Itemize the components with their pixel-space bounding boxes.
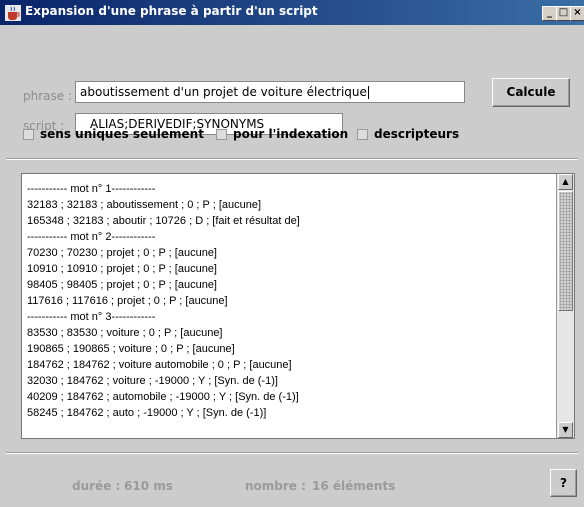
list-item[interactable]: ----------- mot n° 1------------	[27, 181, 557, 197]
checkbox-box[interactable]	[23, 129, 34, 140]
checkbox-indexation[interactable]: pour l'indexation	[216, 127, 348, 141]
window-title: Expansion d'une phrase à partir d'un scr…	[25, 4, 318, 18]
list-item[interactable]: 58245 ; 184762 ; auto ; -19000 ; Y ; [Sy…	[27, 405, 557, 421]
duree-value: 610 ms	[124, 479, 173, 493]
list-item[interactable]: 10910 ; 10910 ; projet ; 0 ; P ; [aucune…	[27, 261, 557, 277]
list-item[interactable]: ----------- mot n° 2------------	[27, 229, 557, 245]
checkbox-sens-uniques-label: sens uniques seulement	[40, 127, 204, 141]
scroll-up-arrow-icon[interactable]: ▲	[558, 174, 573, 190]
results-list[interactable]: ----------- mot n° 1------------ 32183 ; …	[21, 173, 575, 439]
checkbox-descripteurs[interactable]: descripteurs	[357, 127, 459, 141]
divider	[6, 452, 578, 454]
list-item[interactable]: 32030 ; 184762 ; voiture ; -19000 ; Y ; …	[27, 373, 557, 389]
help-button[interactable]: ?	[550, 469, 577, 497]
text-caret	[367, 86, 369, 99]
list-item[interactable]: 98405 ; 98405 ; projet ; 0 ; P ; [aucune…	[27, 277, 557, 293]
maximize-button[interactable]: □	[556, 6, 571, 21]
vertical-scrollbar[interactable]: ▲ ▼	[556, 174, 574, 438]
list-item[interactable]: 117616 ; 117616 ; projet ; 0 ; P ; [aucu…	[27, 293, 557, 309]
list-item[interactable]: 165348 ; 32183 ; aboutir ; 10726 ; D ; […	[27, 213, 557, 229]
nombre-label: nombre :	[245, 479, 306, 493]
checkbox-box[interactable]	[357, 129, 368, 140]
scroll-down-arrow-icon[interactable]: ▼	[558, 422, 573, 438]
list-item[interactable]: 70230 ; 70230 ; projet ; 0 ; P ; [aucune…	[27, 245, 557, 261]
list-item[interactable]: 40209 ; 184762 ; automobile ; -19000 ; Y…	[27, 389, 557, 405]
list-item[interactable]: 190865 ; 190865 ; voiture ; 0 ; P ; [auc…	[27, 341, 557, 357]
scroll-thumb[interactable]	[558, 191, 573, 311]
duree-label: durée :	[72, 479, 121, 493]
phrase-label: phrase :	[23, 89, 73, 103]
list-item[interactable]: ----------- mot n° 3------------	[27, 309, 557, 325]
minimize-button[interactable]: _	[542, 6, 557, 21]
checkbox-sens-uniques[interactable]: sens uniques seulement	[23, 127, 204, 141]
calcule-button[interactable]: Calcule	[492, 78, 570, 107]
close-button[interactable]: ×	[570, 6, 584, 21]
list-item[interactable]: 32183 ; 32183 ; aboutissement ; 0 ; P ; …	[27, 197, 557, 213]
nombre-value: 16 éléments	[312, 479, 396, 493]
checkbox-indexation-label: pour l'indexation	[233, 127, 349, 141]
java-cup-icon	[5, 5, 21, 21]
title-bar[interactable]: Expansion d'une phrase à partir d'un scr…	[0, 0, 584, 25]
list-item[interactable]: 184762 ; 184762 ; voiture automobile ; 0…	[27, 357, 557, 373]
phrase-input-value: aboutissement d'un projet de voiture éle…	[80, 85, 367, 99]
checkbox-box[interactable]	[216, 129, 227, 140]
divider	[6, 158, 578, 160]
checkbox-descripteurs-label: descripteurs	[374, 127, 460, 141]
results-text: ----------- mot n° 1------------ 32183 ; …	[27, 181, 557, 421]
list-item[interactable]: 83530 ; 83530 ; voiture ; 0 ; P ; [aucun…	[27, 325, 557, 341]
phrase-input[interactable]: aboutissement d'un projet de voiture éle…	[75, 81, 465, 103]
